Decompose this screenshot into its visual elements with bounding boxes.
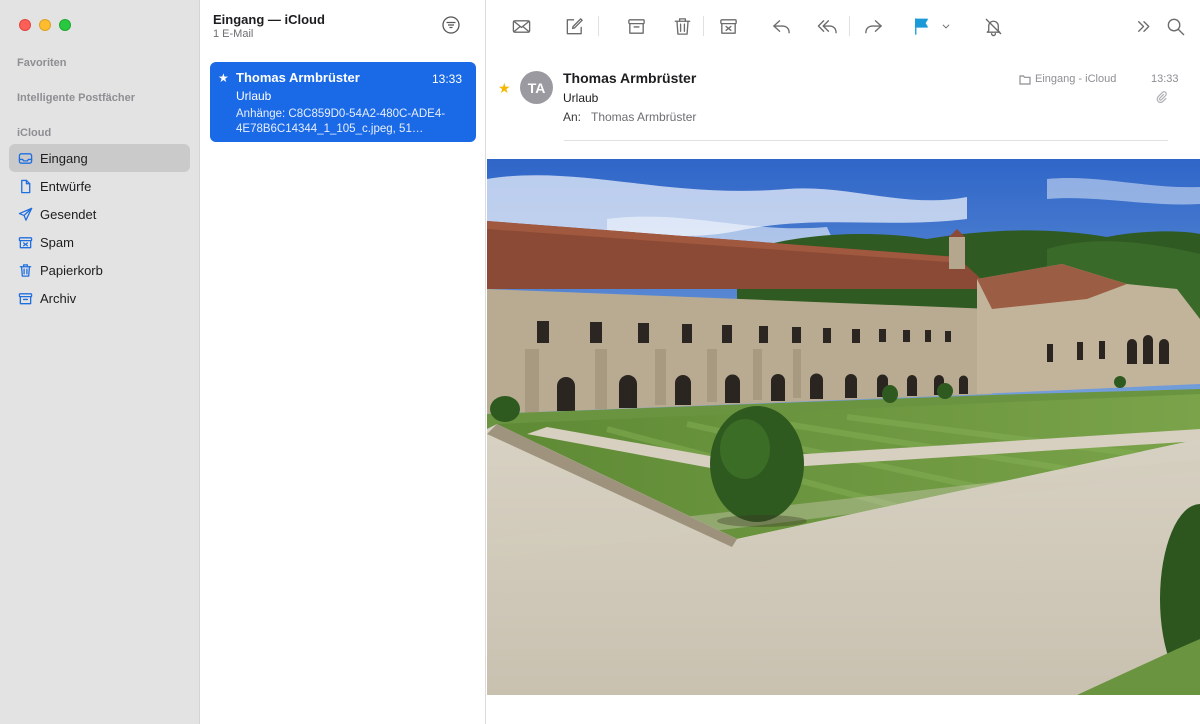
trash-icon [17, 262, 33, 278]
flag-icon [914, 17, 928, 35]
attachment-indicator[interactable] [1155, 90, 1169, 104]
reply-all-button[interactable] [815, 14, 839, 38]
header-divider [564, 140, 1168, 141]
message-mailbox[interactable]: Eingang - iCloud [1019, 73, 1116, 85]
envelope-icon [512, 19, 530, 33]
toolbar-divider [598, 16, 599, 36]
toolbar-overflow-button[interactable] [1131, 14, 1155, 38]
archive-icon [627, 18, 645, 34]
to-label: An: [563, 110, 582, 124]
reading-pane: ★ TA Thomas Armbrüster Urlaub An: Thomas… [487, 0, 1200, 724]
attachment-image[interactable] [487, 159, 1200, 695]
toolbar [487, 0, 1200, 52]
sidebar-item-label: Eingang [40, 150, 88, 166]
sidebar-item-archive[interactable]: Archiv [9, 284, 190, 312]
bell-slash-icon [985, 18, 1001, 36]
mailbox-list: Eingang Entwürfe Gesendet Spam Papierkor… [9, 144, 190, 312]
star-icon: ★ [218, 71, 229, 85]
folder-icon [1019, 74, 1031, 85]
sidebar-item-drafts[interactable]: Entwürfe [9, 172, 190, 200]
message-to[interactable]: Thomas Armbrüster [591, 110, 696, 124]
message-count: 1 E-Mail [213, 28, 254, 40]
paperclip-icon [1156, 91, 1167, 103]
junk-button[interactable] [716, 14, 740, 38]
draft-icon [17, 178, 33, 194]
section-icloud[interactable]: iCloud [17, 127, 51, 139]
archive-button[interactable] [624, 14, 648, 38]
zoom-window-button[interactable] [59, 19, 71, 31]
window-controls [19, 19, 71, 31]
message-subject: Urlaub [563, 91, 599, 105]
sidebar-item-label: Entwürfe [40, 178, 92, 194]
get-mail-button[interactable] [509, 14, 533, 38]
forward-button[interactable] [861, 14, 885, 38]
chevron-down-icon [942, 24, 950, 28]
inbox-icon [17, 150, 33, 166]
abbey-photo [487, 159, 1200, 695]
reply-icon [772, 19, 790, 33]
trash-icon [674, 17, 690, 35]
forward-icon [864, 19, 882, 33]
paperplane-icon [17, 206, 33, 222]
compose-button[interactable] [562, 14, 586, 38]
sidebar-item-label: Spam [40, 234, 74, 250]
star-icon: ★ [498, 80, 511, 96]
minimize-window-button[interactable] [39, 19, 51, 31]
filter-button[interactable] [441, 15, 461, 35]
sidebar-item-label: Papierkorb [40, 262, 103, 278]
sidebar-item-label: Archiv [40, 290, 77, 306]
filter-icon [442, 16, 460, 34]
search-button[interactable] [1163, 14, 1187, 38]
message-list-pane: Eingang — iCloud 1 E-Mail ★ Thomas Armbr… [201, 0, 486, 724]
message-subject: Urlaub [236, 89, 272, 103]
mailbox-title: Eingang — iCloud [213, 12, 325, 27]
junk-icon [17, 234, 33, 250]
sidebar: Favoriten Intelligente Postfächer iCloud… [0, 0, 200, 724]
double-chevron-right-icon [1137, 20, 1149, 32]
message-from[interactable]: Thomas Armbrüster [563, 70, 696, 86]
close-window-button[interactable] [19, 19, 31, 31]
message-time: 13:33 [431, 72, 462, 86]
sidebar-item-junk[interactable]: Spam [9, 228, 190, 256]
reply-all-icon [817, 19, 837, 33]
compose-icon [566, 17, 583, 34]
mute-button[interactable] [981, 14, 1005, 38]
flag-menu-button[interactable] [939, 14, 953, 38]
delete-button[interactable] [670, 14, 694, 38]
message-sender: Thomas Armbrüster [236, 70, 360, 85]
junk-icon [719, 18, 737, 34]
mailbox-label: Eingang - iCloud [1035, 73, 1117, 85]
toolbar-divider [703, 16, 704, 36]
section-favorites[interactable]: Favoriten [17, 57, 67, 69]
toolbar-divider [849, 16, 850, 36]
sidebar-item-inbox[interactable]: Eingang [9, 144, 190, 172]
section-smart-mailboxes[interactable]: Intelligente Postfächer [17, 92, 135, 104]
sidebar-item-sent[interactable]: Gesendet [9, 200, 190, 228]
sidebar-item-label: Gesendet [40, 206, 97, 222]
archive-icon [17, 290, 33, 306]
search-icon [1167, 18, 1184, 35]
avatar: TA [520, 71, 553, 104]
message-time: 13:33 [1151, 73, 1179, 85]
list-item[interactable]: ★ Thomas Armbrüster 13:33 Urlaub Anhänge… [210, 62, 476, 142]
reply-button[interactable] [769, 14, 793, 38]
message-preview: Anhänge: C8C859D0-54A2-480C-ADE4-4E78B6C… [236, 108, 446, 135]
flag-button[interactable] [909, 14, 933, 38]
sidebar-item-trash[interactable]: Papierkorb [9, 256, 190, 284]
